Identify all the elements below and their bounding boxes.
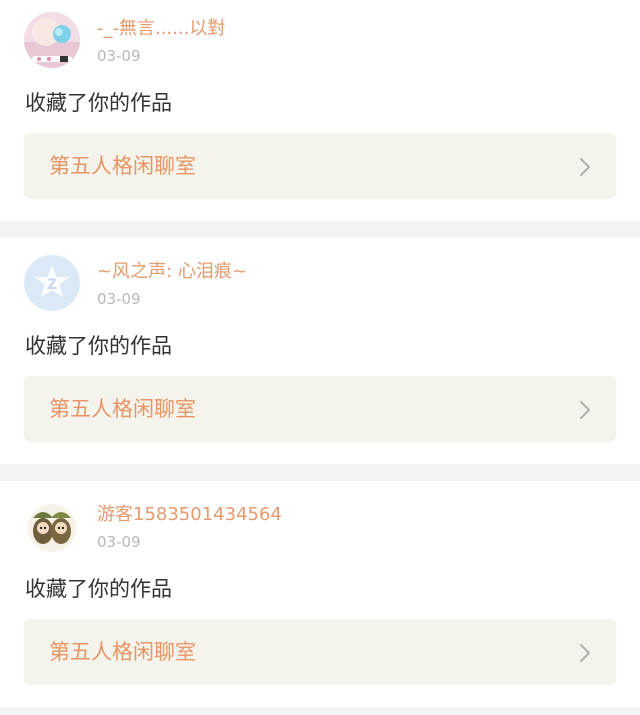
timestamp: 03-09 bbox=[97, 47, 141, 65]
action-text: 收藏了你的作品 bbox=[25, 334, 172, 358]
chevron-right-icon bbox=[580, 158, 590, 176]
work-link[interactable]: 第五人格闲聊室 bbox=[24, 133, 616, 199]
avatar[interactable] bbox=[24, 498, 80, 554]
notification-card: 游客1583501434564 03-09 收藏了你的作品 第五人格闲聊室 bbox=[0, 481, 640, 707]
timestamp: 03-09 bbox=[97, 533, 141, 551]
work-link[interactable]: 第五人格闲聊室 bbox=[24, 619, 616, 685]
username[interactable]: 游客1583501434564 bbox=[97, 503, 282, 527]
avatar[interactable] bbox=[24, 12, 80, 68]
timestamp: 03-09 bbox=[97, 290, 141, 308]
chevron-right-icon bbox=[580, 644, 590, 662]
username[interactable]: -_-無言......以對 bbox=[97, 17, 225, 41]
work-link[interactable]: 第五人格闲聊室 bbox=[24, 376, 616, 442]
cartoon-avatar-icon bbox=[24, 498, 80, 554]
work-title: 第五人格闲聊室 bbox=[49, 640, 196, 664]
action-text: 收藏了你的作品 bbox=[25, 91, 172, 115]
work-title: 第五人格闲聊室 bbox=[49, 397, 196, 421]
default-z-avatar-icon: Z bbox=[24, 255, 80, 311]
work-title: 第五人格闲聊室 bbox=[49, 154, 196, 178]
action-text: 收藏了你的作品 bbox=[25, 577, 172, 601]
notification-card: -_-無言......以對 03-09 收藏了你的作品 第五人格闲聊室 bbox=[0, 0, 640, 221]
avatar[interactable]: Z bbox=[24, 255, 80, 311]
chevron-right-icon bbox=[580, 401, 590, 419]
username[interactable]: ~风之声: 心泪痕~ bbox=[97, 260, 247, 284]
svg-text:Z: Z bbox=[47, 277, 57, 293]
photo-avatar-icon bbox=[24, 12, 80, 68]
notification-card: Z ~风之声: 心泪痕~ 03-09 收藏了你的作品 第五人格闲聊室 bbox=[0, 238, 640, 464]
